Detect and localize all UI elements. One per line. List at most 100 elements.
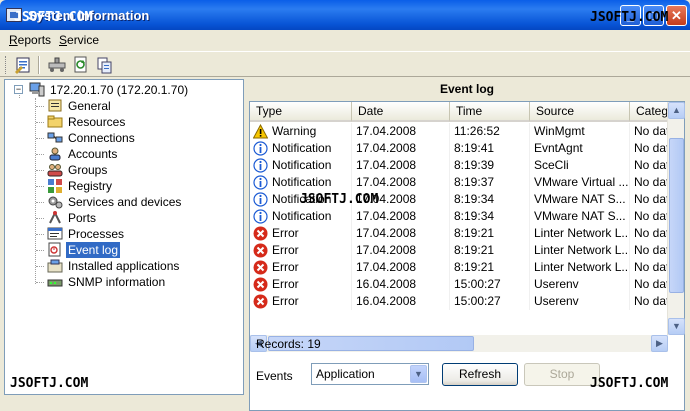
general-icon — [47, 98, 63, 113]
tree-collapse-toggle[interactable]: − — [14, 85, 23, 94]
watermark-title: JSOFTJ.COM — [14, 10, 93, 25]
column-header-type[interactable]: Type — [250, 102, 352, 122]
events-select[interactable]: Application ▼ — [311, 363, 429, 385]
cell-date: 17.04.2008 — [352, 174, 450, 191]
close-button[interactable]: ✕ — [666, 5, 687, 26]
cell-source: Linter Network L... — [530, 242, 630, 259]
ports-icon — [47, 210, 63, 225]
cell-time: 8:19:21 — [450, 225, 530, 242]
copy-icon[interactable] — [95, 55, 115, 75]
info-icon — [253, 192, 268, 207]
table-row[interactable]: Notification 17.04.2008 8:19:37 VMware Virt… — [250, 174, 668, 191]
refresh-icon[interactable] — [71, 55, 91, 75]
cell-source: Linter Network L... — [530, 259, 630, 276]
vertical-scroll-thumb[interactable] — [669, 138, 684, 293]
tree-item-label: Registry — [68, 179, 113, 193]
cell-type: Error — [250, 259, 352, 276]
menu-bar: Reports Service — [0, 30, 690, 50]
tree-root-label: 172.20.1.70 (172.20.1.70) — [50, 83, 189, 97]
scroll-down-button[interactable]: ▼ — [668, 318, 685, 335]
connections-icon — [47, 130, 63, 145]
cell-time: 8:19:21 — [450, 259, 530, 276]
tree-item-label: SNMP information — [68, 275, 166, 289]
cell-date: 17.04.2008 — [352, 157, 450, 174]
cell-type-label: Error — [272, 226, 299, 240]
cell-type: Error — [250, 293, 352, 310]
cell-time: 11:26:52 — [450, 123, 530, 140]
cell-date: 17.04.2008 — [352, 208, 450, 225]
cell-time: 8:19:41 — [450, 140, 530, 157]
table-row[interactable]: Error 17.04.2008 8:19:21 Linter Network L..… — [250, 259, 668, 276]
cell-source: Userenv — [530, 293, 630, 310]
snmp-icon — [47, 274, 63, 289]
menu-reports[interactable]: Reports — [9, 33, 51, 47]
cell-source: VMware NAT S... — [530, 191, 630, 208]
cell-category: No dat — [630, 259, 668, 276]
cell-category: No dat — [630, 140, 668, 157]
cell-source: EvntAgnt — [530, 140, 630, 157]
menu-service[interactable]: Service — [59, 33, 99, 47]
column-header-time[interactable]: Time — [450, 102, 530, 122]
cell-category: No dat — [630, 123, 668, 140]
tree-item-label: Groups — [68, 163, 108, 177]
report-icon[interactable] — [14, 55, 34, 75]
table-row[interactable]: Error 16.04.2008 15:00:27 Userenv No dat — [250, 276, 668, 293]
table-row[interactable]: Error 17.04.2008 8:19:21 Linter Network L..… — [250, 242, 668, 259]
cell-time: 15:00:27 — [450, 293, 530, 310]
cell-type-label: Warning — [272, 124, 317, 138]
cell-type: Warning — [250, 123, 352, 140]
cell-source: Userenv — [530, 276, 630, 293]
cell-source: VMware NAT S... — [530, 208, 630, 225]
cell-category: No dat — [630, 225, 668, 242]
cell-source: Linter Network L... — [530, 225, 630, 242]
column-header-source[interactable]: Source — [530, 102, 630, 122]
cell-category: No dat — [630, 276, 668, 293]
chevron-down-icon[interactable]: ▼ — [410, 365, 427, 383]
info-icon — [253, 158, 268, 173]
event-log-panel: Event log Type Date Time Source Categ Warnin… — [248, 79, 686, 411]
cell-date: 16.04.2008 — [352, 276, 450, 293]
vertical-scrollbar[interactable]: ▲ ▼ — [667, 102, 685, 335]
table-row[interactable]: Error 17.04.2008 8:19:21 Linter Network L..… — [250, 225, 668, 242]
cell-time: 8:19:21 — [450, 242, 530, 259]
stop-button[interactable]: Stop — [524, 363, 600, 386]
cell-time: 15:00:27 — [450, 276, 530, 293]
table-row[interactable]: Notification 17.04.2008 8:19:39 SceCli No da… — [250, 157, 668, 174]
cell-category: No dat — [630, 293, 668, 310]
cell-time: 8:19:37 — [450, 174, 530, 191]
network-icon[interactable] — [47, 55, 67, 75]
cell-type-label: Notification — [272, 209, 332, 223]
table-row[interactable]: Warning 17.04.2008 11:26:52 WinMgmt No dat — [250, 123, 668, 140]
panel-title: Event log — [439, 82, 494, 96]
tree-item-label: Connections — [68, 131, 135, 145]
scroll-up-button[interactable]: ▲ — [668, 102, 685, 119]
cell-category: No dat — [630, 191, 668, 208]
cell-type: Error — [250, 276, 352, 293]
table-row[interactable]: Notification 17.04.2008 8:19:41 EvntAgnt No … — [250, 140, 668, 157]
tree-item-label: Event log — [66, 242, 121, 258]
resources-icon — [47, 114, 63, 129]
event-log-icon — [47, 242, 63, 257]
error-icon — [253, 243, 268, 258]
cell-type-label: Error — [272, 243, 299, 257]
column-header-date[interactable]: Date — [352, 102, 450, 122]
cell-category: No dat — [630, 157, 668, 174]
column-header-categ[interactable]: Categ — [630, 102, 668, 122]
refresh-button[interactable]: Refresh — [442, 363, 518, 386]
table-row[interactable]: Error 16.04.2008 15:00:27 Userenv No dat — [250, 293, 668, 310]
toolbar-separator — [38, 56, 40, 74]
watermark-top-right: JSOFTJ.COM — [590, 10, 669, 25]
toolbar-grip[interactable] — [5, 56, 8, 74]
scroll-right-button[interactable]: ▶ — [651, 335, 668, 352]
error-icon — [253, 260, 268, 275]
table-row[interactable]: Notification 17.04.2008 8:19:34 VMware NAT … — [250, 208, 668, 225]
navigation-tree[interactable]: − 172.20.1.70 (172.20.1.70) General Resou… — [4, 79, 244, 395]
watermark-bottom-right: JSOFTJ.COM — [590, 376, 669, 391]
applications-icon — [47, 258, 63, 273]
cell-source: WinMgmt — [530, 123, 630, 140]
registry-icon — [47, 178, 63, 193]
tree-item-label: Services and devices — [68, 195, 182, 209]
cell-date: 17.04.2008 — [352, 123, 450, 140]
cell-type: Notification — [250, 208, 352, 225]
cell-type-label: Notification — [272, 158, 332, 172]
